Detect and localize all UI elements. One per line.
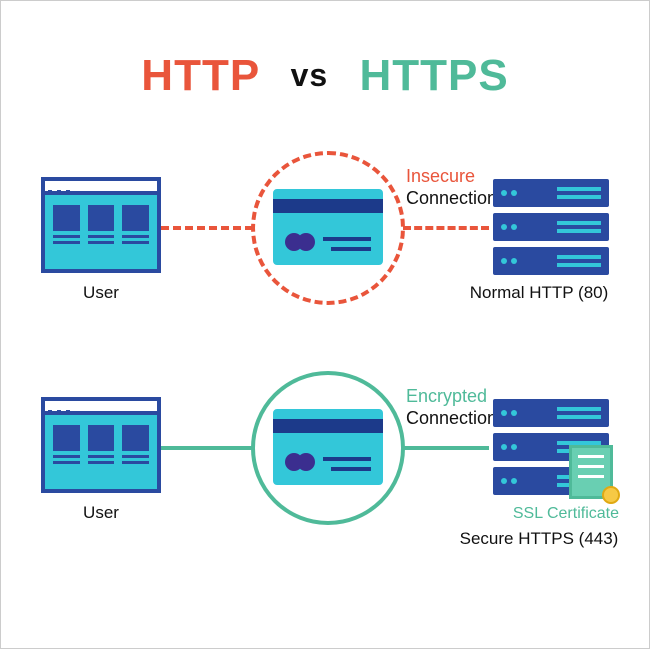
connection-word: Connection (406, 407, 497, 429)
connection-label: Insecure Connection (406, 165, 497, 209)
seal-icon (602, 486, 620, 504)
https-row: User Encrypted Connection SSL Certificat… (1, 371, 649, 571)
certificate-icon (569, 445, 613, 499)
user-label: User (41, 283, 161, 303)
title-http: HTTP (141, 51, 259, 100)
browser-icon (41, 397, 161, 493)
connection-line-left (161, 226, 253, 230)
connection-label: Encrypted Connection (406, 385, 497, 429)
creditcard-icon (273, 189, 383, 265)
server-icon (493, 179, 609, 275)
connection-type: Encrypted (406, 385, 497, 407)
server-label: Normal HTTP (80) (459, 283, 619, 303)
title-vs: vs (291, 57, 329, 93)
page-title: HTTP vs HTTPS (1, 1, 649, 101)
user-label: User (41, 503, 161, 523)
ssl-certificate-label: SSL Certificate (479, 505, 619, 523)
connection-word: Connection (406, 187, 497, 209)
server-label: Secure HTTPS (443) (459, 529, 619, 549)
connection-type: Insecure (406, 165, 497, 187)
connection-line-left (161, 446, 253, 450)
browser-icon (41, 177, 161, 273)
connection-line-right (403, 226, 489, 230)
connection-line-right (403, 446, 489, 450)
title-https: HTTPS (359, 51, 508, 100)
creditcard-icon (273, 409, 383, 485)
http-row: User Insecure Connection Normal HTTP (80… (1, 151, 649, 351)
